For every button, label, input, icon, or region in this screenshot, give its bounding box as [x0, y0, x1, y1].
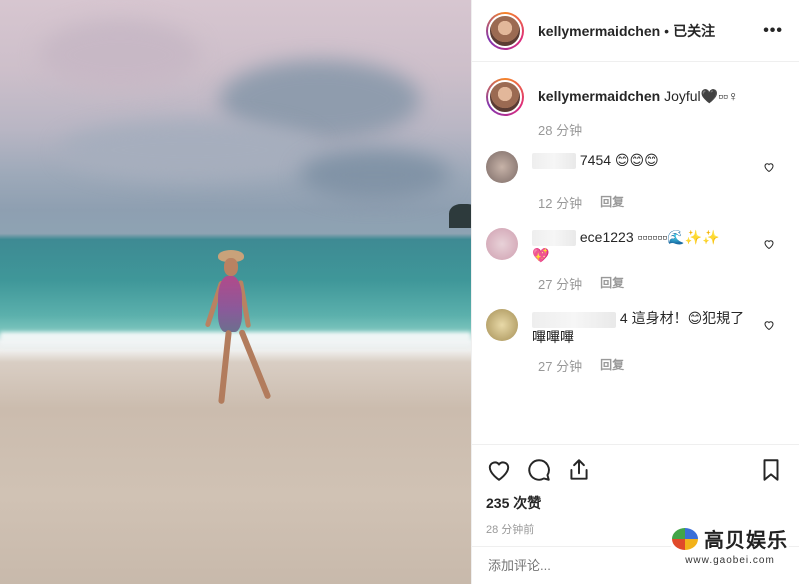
- post-header: kellymermaidchen • 已关注 •••: [472, 0, 799, 62]
- comment-item: 4 這身材！😊犯規了 嗶嗶嗶: [486, 309, 783, 345]
- comment-time: 27 分钟: [538, 358, 583, 374]
- comment-meta: 12 分钟 回复: [538, 193, 783, 212]
- action-icons: [486, 457, 784, 483]
- comment-input[interactable]: [488, 558, 688, 573]
- bookmark-icon[interactable]: [758, 457, 784, 483]
- separator-dot: •: [664, 22, 670, 39]
- comment-item: 7454 😊😊😊: [486, 151, 783, 183]
- share-icon[interactable]: [566, 457, 592, 483]
- watermark-title: 高贝娱乐: [704, 528, 788, 552]
- commenter-avatar[interactable]: [486, 309, 518, 342]
- caption-text: kellymermaidchen Joyful🖤▫▫♀: [538, 78, 739, 105]
- instagram-post: kellymermaidchen • 已关注 ••• kellymermaidc…: [0, 0, 799, 584]
- more-options-icon[interactable]: •••: [763, 22, 783, 40]
- heart-icon[interactable]: [486, 457, 512, 483]
- reply-button[interactable]: 回复: [600, 193, 624, 212]
- reply-button[interactable]: 回复: [600, 274, 624, 293]
- comments-list: kellymermaidchen Joyful🖤▫▫♀ 28 分钟 7454 😊…: [472, 62, 799, 375]
- comment-body: 4 這身材！😊犯規了 嗶嗶嗶: [532, 309, 756, 345]
- comment-text-line2: 嗶嗶嗶: [532, 328, 574, 345]
- comment-text-line2: 💖: [532, 247, 550, 264]
- likes-count[interactable]: 235 次赞: [486, 493, 784, 513]
- caption-avatar[interactable]: [486, 78, 524, 116]
- commenter-avatar[interactable]: [486, 228, 518, 260]
- comment-meta: 27 分钟 回复: [538, 356, 783, 375]
- caption-time: 28 分钟: [538, 123, 583, 138]
- blurred-username[interactable]: [532, 230, 576, 247]
- caption: kellymermaidchen Joyful🖤▫▫♀: [486, 78, 783, 116]
- post-photo[interactable]: [0, 0, 471, 584]
- avatar[interactable]: [486, 11, 524, 50]
- comment-text: 4 這身材！😊犯規了: [619, 310, 745, 327]
- swimsuit: [218, 276, 242, 332]
- cloud: [300, 150, 450, 200]
- comment-text: 7454 😊😊😊: [579, 152, 659, 168]
- header-username[interactable]: kellymermaidchen: [538, 23, 660, 39]
- comment-body: 7454 😊😊😊: [532, 151, 756, 170]
- like-comment-icon[interactable]: [763, 319, 775, 331]
- head: [224, 258, 238, 276]
- leg: [218, 329, 232, 405]
- woman-figure: [204, 250, 282, 410]
- cloud: [40, 20, 200, 90]
- like-comment-icon[interactable]: [763, 161, 775, 173]
- blurred-username[interactable]: [532, 311, 616, 328]
- comment-icon[interactable]: [526, 457, 552, 483]
- watermark: 高贝娱乐 www.gaobei.com: [671, 520, 789, 576]
- watermark-url: www.gaobei.com: [685, 555, 775, 566]
- comment-time: 27 分钟: [538, 277, 583, 293]
- comment-body: ece1223 ▫▫▫▫▫▫🌊✨✨ 💖: [532, 228, 756, 264]
- rock: [449, 204, 471, 228]
- comment-item: ece1223 ▫▫▫▫▫▫🌊✨✨ 💖: [486, 228, 783, 264]
- reply-button[interactable]: 回复: [600, 356, 624, 375]
- watermark-top: 高贝娱乐: [672, 524, 788, 553]
- comment-meta: 27 分钟 回复: [538, 274, 783, 293]
- caption-body: Joyful🖤▫▫♀: [664, 88, 739, 104]
- leg: [238, 328, 272, 400]
- comment-time: 12 分钟: [538, 196, 583, 211]
- cloud: [60, 120, 320, 180]
- gaobei-logo-icon: [672, 527, 698, 550]
- blurred-username[interactable]: [532, 153, 576, 170]
- like-comment-icon[interactable]: [763, 238, 775, 250]
- commenter-avatar[interactable]: [486, 151, 518, 183]
- follow-status-button[interactable]: 已关注: [673, 21, 715, 41]
- caption-username[interactable]: kellymermaidchen: [538, 88, 660, 104]
- comment-text: ece1223 ▫▫▫▫▫▫🌊✨✨: [579, 229, 720, 245]
- post-sidebar: kellymermaidchen • 已关注 ••• kellymermaidc…: [471, 0, 799, 584]
